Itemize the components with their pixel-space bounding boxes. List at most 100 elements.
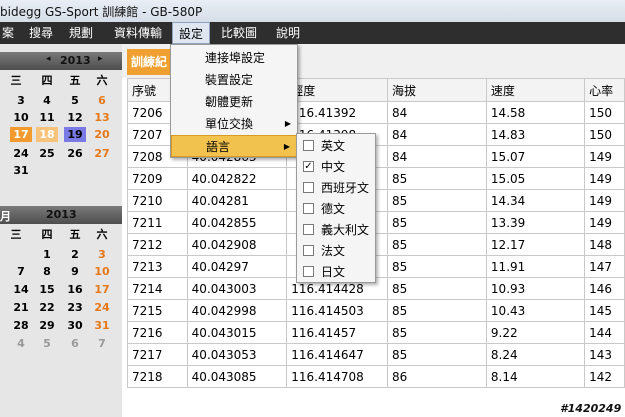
menu-settings[interactable]: 設定 <box>172 22 211 44</box>
table-cell: 7216 <box>127 321 188 344</box>
table-row[interactable]: 7218 40.043085 116.414708 86 8.14 142 <box>127 365 625 388</box>
calendar-day[interactable]: 21 <box>10 300 32 315</box>
table-row[interactable]: 7210 40.04281 85 14.34 149 <box>127 189 625 212</box>
calendar-day[interactable]: 5 <box>64 93 86 108</box>
table-row[interactable]: 7216 40.043015 116.41457 85 9.22 144 <box>127 321 625 344</box>
calendar-day-next-month[interactable]: 5 <box>36 336 58 351</box>
menu-transfer[interactable]: 資料傳輸 <box>108 22 168 44</box>
table-cell: 15.07 <box>485 145 586 168</box>
calendar-day[interactable]: 27 <box>91 146 113 161</box>
menu-item-label: 韌體更新 <box>205 95 254 109</box>
table-cell: 84 <box>386 145 487 168</box>
language-label: 法文 <box>321 244 346 258</box>
calendar-day[interactable]: 23 <box>64 300 86 315</box>
calendar-day-next-month[interactable]: 4 <box>10 336 32 351</box>
calendar-day-next-month[interactable]: 6 <box>64 336 86 351</box>
weekday: 五 <box>69 228 81 241</box>
table-cell: 7215 <box>127 299 188 322</box>
checkbox-icon[interactable] <box>303 266 314 277</box>
table-cell: 9.22 <box>485 321 586 344</box>
calendar-day-next-month[interactable]: 7 <box>91 336 113 351</box>
calendar-day[interactable]: 30 <box>64 318 86 333</box>
menu-file[interactable]: 案 <box>0 22 20 44</box>
column-header[interactable]: 經度 <box>286 78 388 102</box>
calendar-day[interactable]: 9 <box>64 264 86 279</box>
checkbox-icon[interactable] <box>303 224 314 235</box>
weekday: 六 <box>96 228 108 241</box>
table-cell: 85 <box>386 255 487 278</box>
menu-compare[interactable]: 比較圖 <box>215 22 263 44</box>
calendar-day[interactable]: 4 <box>36 93 58 108</box>
table-cell: 40.042822 <box>186 167 288 190</box>
language-option[interactable]: ✓ 中文 <box>297 157 375 178</box>
table-cell: 116.414503 <box>286 299 388 322</box>
checkbox-icon[interactable] <box>303 203 314 214</box>
calendar-day-selected[interactable]: 18 <box>36 127 58 142</box>
table-cell: 13.39 <box>485 211 586 234</box>
calendar-day[interactable]: 12 <box>64 110 86 125</box>
calendar-day[interactable]: 24 <box>10 146 32 161</box>
column-header[interactable]: 心率 <box>584 78 625 102</box>
menu-plan[interactable]: 規劃 <box>63 22 99 44</box>
checkbox-icon[interactable] <box>303 245 314 256</box>
calendar-day[interactable]: 11 <box>36 110 58 125</box>
calendar-day[interactable]: 31 <box>91 318 113 333</box>
calendar-day[interactable]: 2 <box>64 247 86 262</box>
menu-item-unit-switch[interactable]: 單位交換 ▶ <box>171 113 297 135</box>
calendar-day[interactable]: 17 <box>91 282 113 297</box>
language-option[interactable]: 英文 <box>297 136 375 157</box>
calendar-day[interactable]: 26 <box>64 146 86 161</box>
calendar-day[interactable]: 3 <box>10 93 32 108</box>
menu-item-firmware-update[interactable]: 韌體更新 <box>171 91 297 113</box>
language-option[interactable]: 西班牙文 <box>297 178 375 199</box>
calendar-day[interactable]: 22 <box>36 300 58 315</box>
calendar-day[interactable]: 7 <box>10 264 32 279</box>
language-option[interactable]: 義大利文 <box>297 220 375 241</box>
next-month-icon[interactable]: ▸ <box>98 54 103 64</box>
table-cell: 85 <box>386 277 487 300</box>
table-cell: 85 <box>386 233 487 256</box>
table-row[interactable]: 7215 40.042998 116.414503 85 10.43 145 <box>127 299 625 322</box>
checkbox-checked-icon[interactable]: ✓ <box>303 161 314 172</box>
column-header[interactable]: 海拔 <box>386 78 487 102</box>
calendar-day[interactable]: 29 <box>36 318 58 333</box>
calendar-day[interactable]: 15 <box>36 282 58 297</box>
table-cell: 148 <box>584 233 625 256</box>
calendar-day[interactable]: 14 <box>10 282 32 297</box>
checkbox-icon[interactable] <box>303 182 314 193</box>
language-option[interactable]: 德文 <box>297 199 375 220</box>
calendar-day-selected[interactable]: 17 <box>10 127 32 142</box>
table-row[interactable]: 7217 40.043053 116.414647 85 8.24 143 <box>127 343 625 366</box>
language-option[interactable]: 法文 <box>297 241 375 262</box>
calendar-day[interactable]: 10 <box>10 110 32 125</box>
calendar-day[interactable]: 24 <box>91 300 113 315</box>
table-row[interactable]: 7214 40.043003 116.414428 85 10.93 146 <box>127 277 625 300</box>
table-row[interactable]: 7212 40.042908 85 12.17 148 <box>127 233 625 256</box>
calendar-day[interactable]: 28 <box>10 318 32 333</box>
menu-search[interactable]: 搜尋 <box>23 22 59 44</box>
calendar-header-1: ◂ 2013 ▸ <box>0 52 122 70</box>
table-row[interactable]: 7209 40.042822 85 15.05 149 <box>127 167 625 190</box>
table-row[interactable]: 7211 40.042855 85 13.39 149 <box>127 211 625 234</box>
language-option[interactable]: 日文 <box>297 262 375 283</box>
calendar-day[interactable]: 1 <box>36 247 58 262</box>
prev-month-icon[interactable]: ◂ <box>46 54 51 64</box>
calendar-day[interactable]: 13 <box>91 110 113 125</box>
calendar-day[interactable]: 8 <box>36 264 58 279</box>
table-row[interactable]: 7213 40.04297 85 11.91 147 <box>127 255 625 278</box>
menu-help[interactable]: 說明 <box>270 22 306 44</box>
menu-item-port-settings[interactable]: 連接埠設定 <box>171 47 297 69</box>
menu-item-device-settings[interactable]: 裝置設定 <box>171 69 297 91</box>
submenu-arrow-icon: ▶ <box>284 119 291 128</box>
column-header[interactable]: 速度 <box>485 78 586 102</box>
calendar-day[interactable]: 20 <box>91 127 113 142</box>
calendar-day[interactable]: 10 <box>91 264 113 279</box>
calendar-day[interactable]: 3 <box>91 247 113 262</box>
checkbox-icon[interactable] <box>303 140 314 151</box>
calendar-day[interactable]: 31 <box>10 163 32 178</box>
calendar-day[interactable]: 6 <box>91 93 113 108</box>
menu-item-language[interactable]: 語言 ▶ <box>171 135 297 157</box>
calendar-day[interactable]: 25 <box>36 146 58 161</box>
calendar-day-selected[interactable]: 19 <box>64 127 86 142</box>
calendar-day[interactable]: 16 <box>64 282 86 297</box>
